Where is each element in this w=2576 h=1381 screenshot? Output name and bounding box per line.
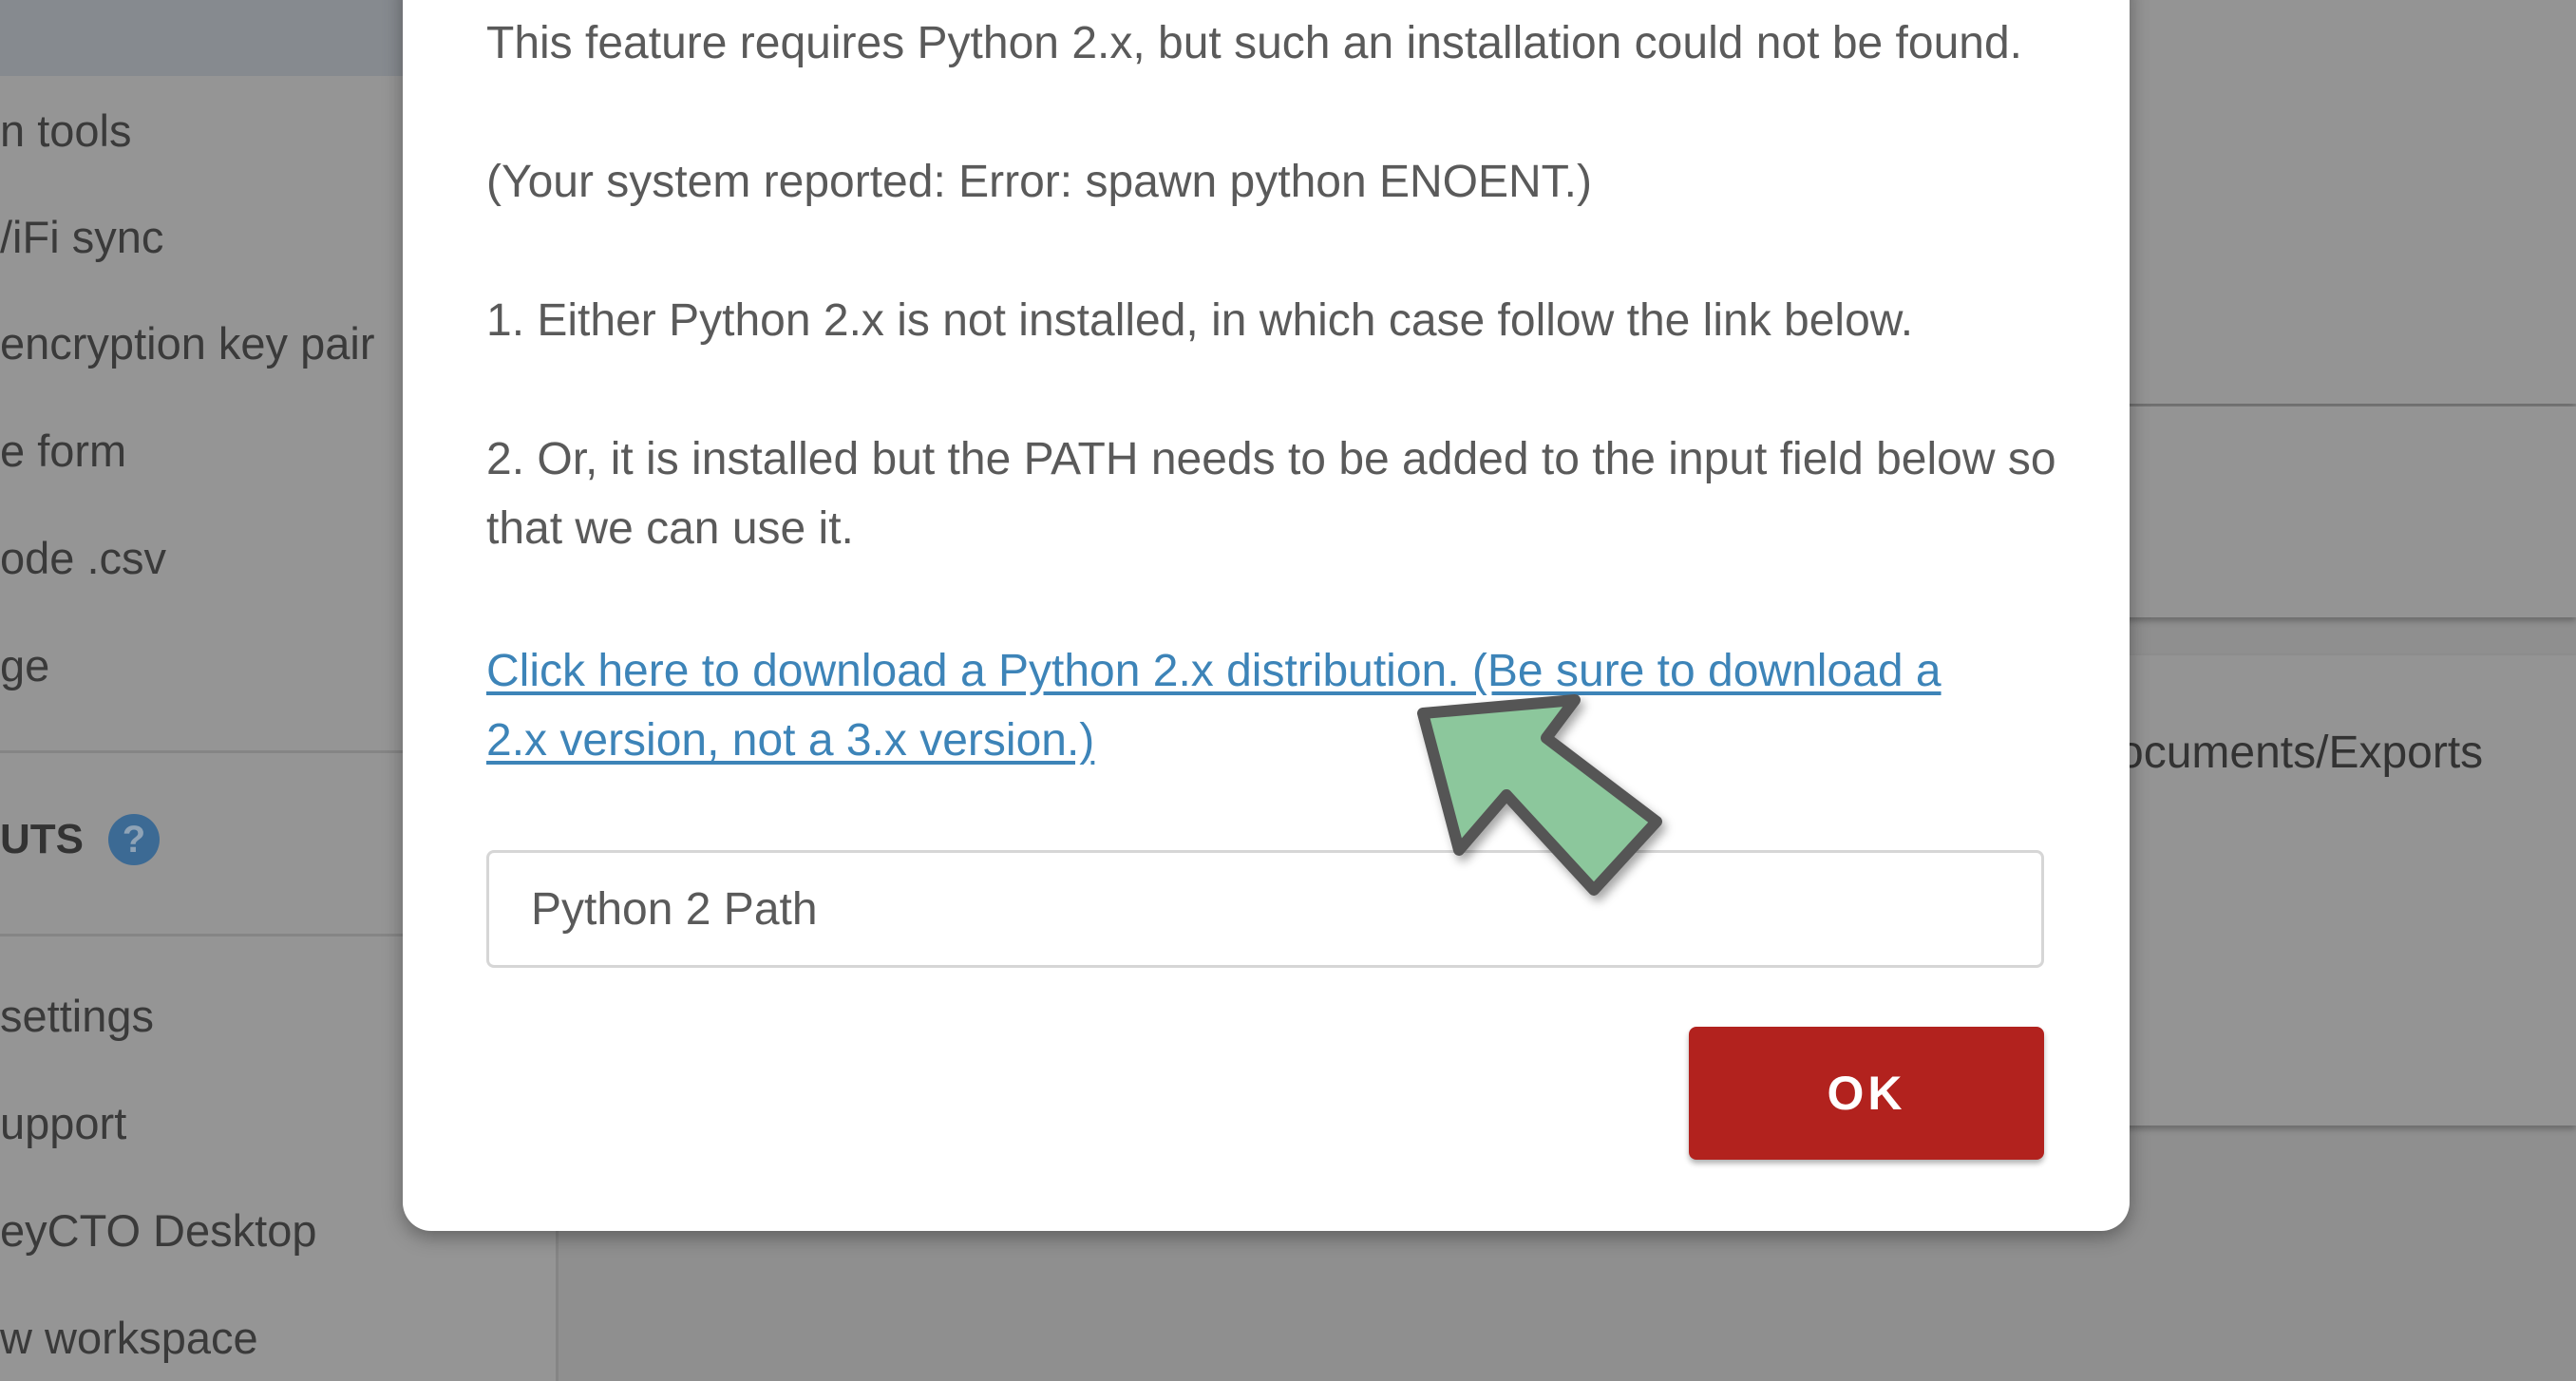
- pointer-arrow-icon: [1417, 694, 1662, 896]
- sidebar-item-ge[interactable]: ge: [0, 639, 49, 691]
- sidebar-item-tools[interactable]: n tools: [0, 104, 131, 157]
- python-required-dialog: This feature requires Python 2.x, but su…: [403, 0, 2130, 1231]
- python-path-input[interactable]: [486, 850, 2044, 968]
- app-window: n tools /iFi sync encryption key pair e …: [0, 0, 2576, 1381]
- sidebar-item-code-csv[interactable]: ode .csv: [0, 532, 166, 584]
- download-python-link[interactable]: Click here to download a Python 2.x dist…: [486, 636, 1949, 775]
- sidebar-item-new-workspace[interactable]: w workspace: [0, 1312, 258, 1364]
- dialog-error-detail: (Your system reported: Error: spawn pyth…: [486, 157, 1592, 207]
- sidebar-item-desktop[interactable]: eyCTO Desktop: [0, 1204, 316, 1257]
- sidebar-item-wifi-sync[interactable]: /iFi sync: [0, 211, 163, 263]
- background-panel: [2118, 0, 2576, 404]
- sidebar-item-support[interactable]: upport: [0, 1097, 126, 1149]
- sidebar-item-settings[interactable]: settings: [0, 990, 154, 1042]
- dialog-message: This feature requires Python 2.x, but su…: [486, 18, 2022, 68]
- dialog-step-2: 2. Or, it is installed but the PATH need…: [486, 434, 2056, 554]
- sidebar-item-form[interactable]: e form: [0, 425, 126, 477]
- arrow-shape: [1417, 694, 1662, 896]
- sidebar-section-header: UTS ?: [0, 814, 160, 865]
- ok-button[interactable]: OK: [1689, 1027, 2044, 1160]
- background-panel: [2118, 407, 2576, 617]
- help-circle-icon[interactable]: ?: [108, 814, 160, 865]
- sidebar-section-header-label: UTS: [0, 816, 84, 862]
- dialog-step-1: 1. Either Python 2.x is not installed, i…: [486, 295, 1914, 346]
- background-panel: ocuments/Exports: [2118, 655, 2576, 1126]
- sidebar-item-encryption-key-pair[interactable]: encryption key pair: [0, 317, 374, 369]
- export-path-text: ocuments/Exports: [2118, 728, 2484, 778]
